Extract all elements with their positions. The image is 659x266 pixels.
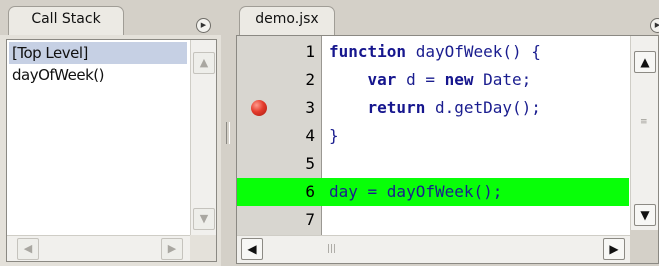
- line-number: 3: [305, 98, 315, 117]
- code-line-2[interactable]: 2 var d = new Date;: [237, 66, 629, 94]
- splitter-grip[interactable]: [226, 122, 230, 144]
- editor-tabbar: demo.jsx ▶: [233, 0, 659, 35]
- code-token: d =: [396, 70, 445, 89]
- code-token: dayOfWeek() {: [406, 42, 541, 61]
- scroll-thumb-grip-icon[interactable]: |||: [327, 244, 336, 254]
- editor-vertical-scrollbar[interactable]: ▲ ≡ ▼: [630, 36, 658, 232]
- code-token: }: [329, 126, 339, 145]
- code-line-7[interactable]: 7: [237, 206, 629, 234]
- code-line-3[interactable]: 3 return d.getDay();: [237, 94, 629, 122]
- call-stack-panel: Call Stack ▶ [Top Level] dayOfWeek() ▲ ▼…: [0, 0, 221, 266]
- code-line-1[interactable]: 1 function dayOfWeek() {: [237, 38, 629, 66]
- call-stack-vertical-scrollbar[interactable]: ▲ ▼: [190, 40, 216, 235]
- scroll-left-arrow-icon[interactable]: ◀: [17, 238, 39, 260]
- code-keyword: function: [329, 42, 407, 61]
- code-keyword: return: [367, 98, 426, 117]
- scroll-down-arrow-icon[interactable]: ▼: [193, 208, 215, 230]
- panel-splitter[interactable]: [221, 0, 233, 266]
- call-stack-horizontal-scrollbar[interactable]: ◀ ▶: [7, 235, 190, 261]
- code-text: }: [329, 122, 339, 150]
- line-number: 5: [305, 154, 315, 173]
- code-text: day = dayOfWeek();: [329, 178, 502, 206]
- tab-call-stack[interactable]: Call Stack: [8, 6, 124, 35]
- line-number: 7: [305, 210, 315, 229]
- line-number: 6: [305, 182, 315, 201]
- editor-panel-menu-icon[interactable]: ▶: [650, 18, 659, 33]
- code-line-4[interactable]: 4}: [237, 122, 629, 150]
- scroll-left-arrow-icon[interactable]: ◀: [241, 238, 263, 260]
- code-text: return d.getDay();: [329, 94, 541, 122]
- scroll-right-arrow-icon[interactable]: ▶: [161, 238, 183, 260]
- scroll-thumb-grip-icon[interactable]: ≡: [640, 118, 648, 127]
- call-stack-panel-menu-icon[interactable]: ▶: [196, 18, 211, 33]
- line-number: 2: [305, 70, 315, 89]
- call-stack-tabbar: Call Stack ▶: [0, 0, 221, 35]
- code-token: day = dayOfWeek();: [329, 182, 503, 201]
- code-text: function dayOfWeek() {: [329, 38, 541, 66]
- code-token: Date;: [473, 70, 532, 89]
- call-stack-list-box: [Top Level] dayOfWeek() ▲ ▼ ◀ ▶: [6, 39, 217, 262]
- editor-horizontal-scrollbar[interactable]: ◀ ||| ▶: [237, 235, 632, 263]
- line-number: 4: [305, 126, 315, 145]
- scroll-up-arrow-icon[interactable]: ▲: [634, 51, 656, 73]
- code-keyword: var: [367, 70, 397, 89]
- code-token: d.getDay();: [425, 98, 541, 117]
- call-stack-item-dayofweek[interactable]: dayOfWeek(): [9, 64, 187, 86]
- tab-demo-jsx[interactable]: demo.jsx: [239, 6, 335, 35]
- code-line-6[interactable]: 6 day = dayOfWeek();: [237, 178, 629, 206]
- code-line-5[interactable]: 5: [237, 150, 629, 178]
- breakpoint-icon[interactable]: [251, 100, 267, 116]
- code-editor[interactable]: 1 function dayOfWeek() {2 var d = new Dat…: [236, 35, 659, 264]
- line-number: 1: [305, 42, 315, 61]
- scroll-up-arrow-icon[interactable]: ▲: [193, 52, 215, 74]
- editor-panel: demo.jsx ▶ 1 function dayOfWeek() {2 var …: [233, 0, 659, 266]
- code-text: var d = new Date;: [329, 66, 532, 94]
- call-stack-item-top-level[interactable]: [Top Level]: [9, 42, 187, 64]
- scrollbar-corner: [190, 235, 216, 261]
- scrollbar-corner: [630, 230, 658, 263]
- code-keyword: new: [444, 70, 474, 89]
- call-stack-list: [Top Level] dayOfWeek(): [9, 42, 187, 86]
- scroll-down-arrow-icon[interactable]: ▼: [634, 204, 656, 226]
- scroll-right-arrow-icon[interactable]: ▶: [603, 238, 625, 260]
